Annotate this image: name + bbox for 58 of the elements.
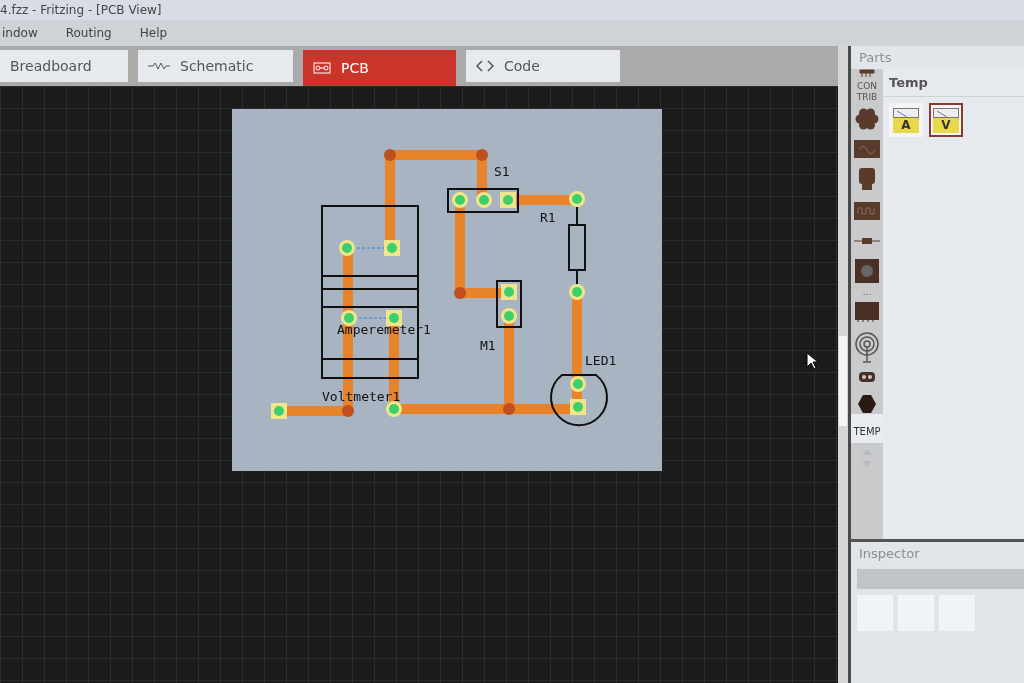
pad — [500, 192, 516, 208]
panel-title: Inspector — [858, 545, 921, 563]
via — [503, 403, 515, 415]
pad — [570, 376, 586, 392]
via — [476, 149, 488, 161]
menu-item[interactable]: Help — [137, 26, 170, 40]
meter-part[interactable]: V — [929, 103, 963, 137]
pad — [570, 399, 586, 415]
pad — [386, 310, 402, 326]
chip-icon[interactable] — [855, 302, 879, 322]
via — [454, 287, 466, 299]
bin-icon[interactable] — [859, 69, 875, 77]
resistor-icon[interactable] — [854, 237, 880, 245]
pad — [452, 192, 468, 208]
view-tab[interactable]: PCB — [303, 50, 456, 86]
pad — [386, 401, 402, 417]
view-tab[interactable]: Code — [466, 50, 620, 82]
pad — [341, 310, 357, 326]
pad — [501, 284, 517, 300]
view-tab[interactable]: Breadboard — [0, 50, 128, 82]
pad — [271, 403, 287, 419]
led-outline — [550, 374, 608, 427]
part-label: LED1 — [585, 353, 617, 368]
code-icon — [476, 60, 494, 72]
flower-icon[interactable] — [855, 107, 879, 131]
pad — [501, 308, 517, 324]
meter-part[interactable]: A — [889, 103, 923, 137]
pad — [384, 240, 400, 256]
more-label[interactable]: ... — [854, 287, 880, 298]
resistor-icon — [148, 62, 170, 70]
via — [342, 405, 354, 417]
part-label: S1 — [494, 164, 510, 179]
part-label: M1 — [480, 338, 496, 353]
bin-title: Temp — [883, 69, 1024, 97]
window-title: 4.fzz - Fritzing - [PCB View] — [0, 3, 162, 17]
menu-item[interactable]: Routing — [63, 26, 114, 40]
pcb-icon — [313, 62, 331, 74]
switch-outline — [447, 188, 519, 213]
via — [384, 149, 396, 161]
antenna-icon[interactable] — [854, 332, 880, 364]
panel-title: Parts — [858, 49, 893, 67]
meter-dial-icon — [893, 108, 919, 118]
bin-tab[interactable]: TEMP — [851, 414, 883, 443]
connector-icon[interactable] — [857, 167, 877, 193]
pad — [339, 240, 355, 256]
bin-label[interactable]: CON TRIB — [854, 81, 880, 103]
scrollbar-thumb[interactable] — [839, 336, 847, 426]
part-label: R1 — [540, 210, 556, 225]
meter-dial-icon — [933, 108, 959, 118]
motor-outline — [496, 280, 522, 328]
menu-item[interactable]: indow — [0, 26, 40, 40]
pad — [569, 191, 585, 207]
pad — [569, 284, 585, 300]
mouse-pointer-icon — [806, 352, 818, 370]
chip-icon[interactable] — [853, 137, 881, 161]
chip-icon[interactable] — [853, 199, 881, 223]
view-tab[interactable]: Schematic — [138, 50, 293, 82]
pad — [476, 192, 492, 208]
